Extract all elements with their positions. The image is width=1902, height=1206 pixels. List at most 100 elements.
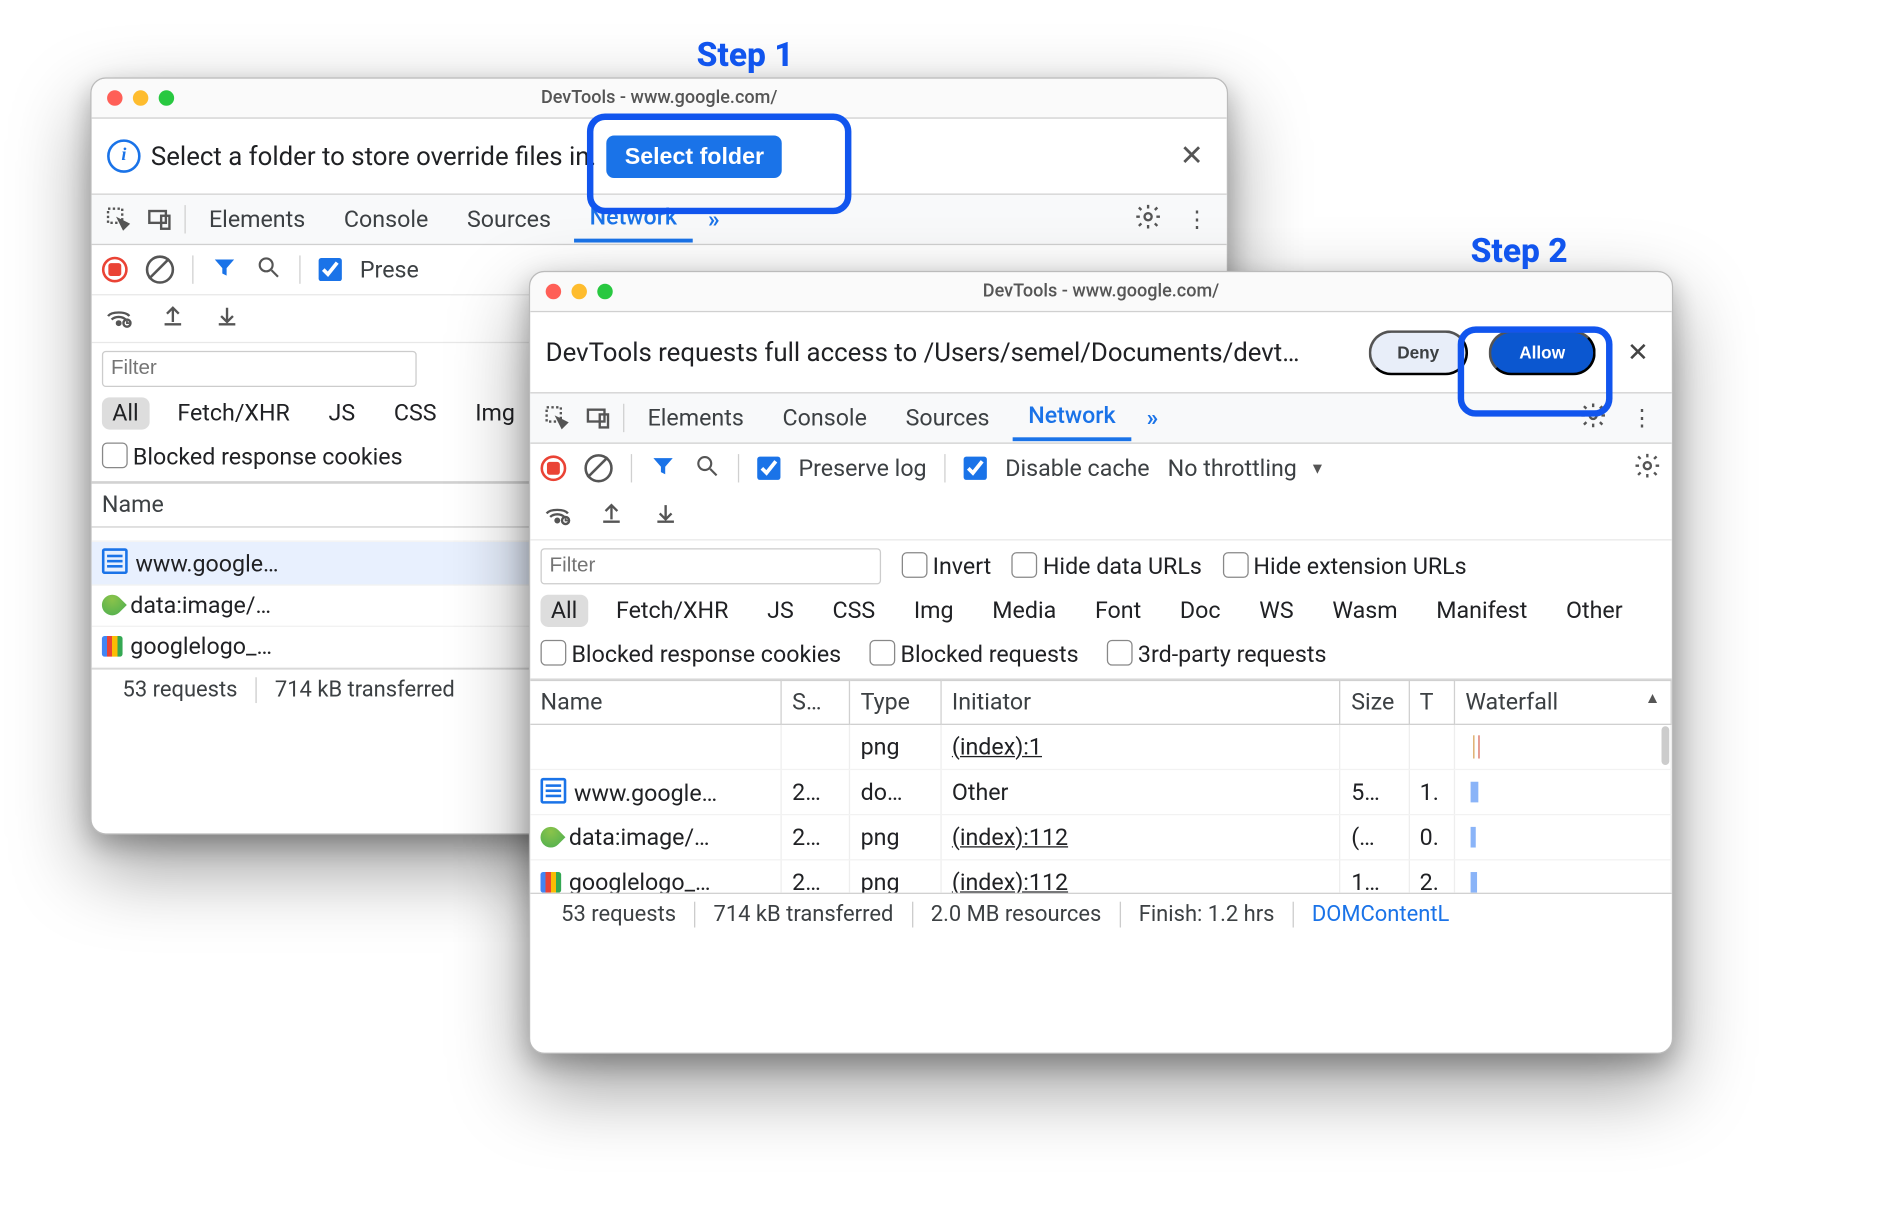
throttling-select[interactable]: No throttling▼ [1168, 455, 1325, 482]
import-har-icon[interactable] [651, 499, 679, 533]
search-icon[interactable] [255, 253, 281, 285]
blocked-requests-checkbox[interactable] [870, 640, 896, 666]
record-icon[interactable] [102, 257, 128, 283]
import-har-icon[interactable] [213, 302, 241, 336]
col-status[interactable]: S… [781, 680, 849, 724]
tab-sources[interactable]: Sources [890, 397, 1005, 440]
preserve-log-checkbox[interactable] [757, 457, 780, 480]
filter-toggle-icon[interactable] [212, 253, 238, 285]
settings-gear-icon[interactable] [1126, 197, 1170, 242]
inspect-element-icon[interactable] [541, 404, 575, 432]
hide-data-urls-checkbox[interactable] [1012, 552, 1038, 578]
col-size[interactable]: Size [1340, 680, 1408, 724]
col-name[interactable]: Name [530, 680, 781, 724]
type-fetchxhr[interactable]: Fetch/XHR [167, 397, 300, 429]
type-img[interactable]: Img [904, 595, 964, 627]
invert-checkbox[interactable] [902, 552, 928, 578]
window-controls[interactable] [546, 284, 613, 299]
kebab-menu-icon[interactable]: ⋮ [1623, 399, 1662, 436]
minimize-window-icon[interactable] [133, 90, 148, 105]
type-img[interactable]: Img [465, 397, 525, 429]
col-initiator[interactable]: Initiator [941, 680, 1340, 724]
filter-input[interactable] [102, 351, 417, 387]
hide-data-urls-label: Hide data URLs [1043, 553, 1202, 580]
type-wasm[interactable]: Wasm [1322, 595, 1408, 627]
network-conditions-icon[interactable] [104, 302, 132, 336]
step1-label: Step 1 [697, 36, 794, 75]
infobar-text: Select a folder to store override files … [151, 141, 596, 172]
type-css[interactable]: CSS [822, 595, 885, 627]
thirdparty-checkbox[interactable] [1107, 640, 1133, 666]
type-font[interactable]: Font [1085, 595, 1152, 627]
filter-row: Invert Hide data URLs Hide extension URL… [530, 541, 1672, 593]
window-controls[interactable] [107, 90, 174, 105]
document-file-icon [541, 777, 567, 803]
export-har-icon[interactable] [597, 499, 625, 533]
table-row[interactable]: www.google… 2… do… Other 5… 1. [530, 769, 1671, 814]
status-domcontentloaded[interactable]: DOMContentL [1294, 902, 1468, 928]
record-icon[interactable] [541, 455, 567, 481]
more-tabs-icon[interactable]: » [700, 201, 727, 238]
type-ws[interactable]: WS [1249, 595, 1304, 627]
zoom-window-icon[interactable] [597, 284, 612, 299]
type-js[interactable]: JS [757, 595, 804, 627]
settings-gear-icon[interactable] [1571, 395, 1615, 440]
table-row[interactable]: googlelogo_… 2… png (index):112 1… 2. [530, 860, 1671, 893]
close-window-icon[interactable] [107, 90, 122, 105]
table-row[interactable]: data:image/… 2… png (index):112 (… 0. [530, 815, 1671, 860]
col-time[interactable]: T [1409, 680, 1455, 724]
tab-network[interactable]: Network [1013, 395, 1131, 441]
clear-icon[interactable] [578, 448, 618, 488]
deny-button[interactable]: Deny [1369, 330, 1468, 375]
zoom-window-icon[interactable] [159, 90, 174, 105]
kebab-menu-icon[interactable]: ⋮ [1178, 201, 1217, 238]
filter-toggle-icon[interactable] [650, 452, 676, 484]
tab-elements[interactable]: Elements [194, 198, 321, 241]
preserve-log-checkbox[interactable] [319, 258, 342, 281]
filter-input[interactable] [541, 548, 882, 584]
type-other[interactable]: Other [1556, 595, 1633, 627]
tab-elements[interactable]: Elements [632, 397, 759, 440]
tab-console[interactable]: Console [767, 397, 882, 440]
more-tabs-icon[interactable]: » [1139, 399, 1166, 436]
info-icon: i [107, 139, 141, 173]
type-all[interactable]: All [102, 397, 149, 429]
minimize-window-icon[interactable] [571, 284, 586, 299]
network-conditions-icon[interactable] [543, 499, 571, 533]
chevron-down-icon: ▼ [1310, 459, 1325, 477]
select-folder-button[interactable]: Select folder [607, 135, 783, 178]
type-doc[interactable]: Doc [1170, 595, 1231, 627]
clear-icon[interactable] [140, 250, 180, 290]
close-icon[interactable]: ✕ [1619, 332, 1656, 373]
columns-header[interactable]: Name S… Type Initiator Size T Waterfall▲ [530, 680, 1671, 724]
close-window-icon[interactable] [546, 284, 561, 299]
disable-cache-checkbox[interactable] [964, 457, 987, 480]
tab-network[interactable]: Network [574, 196, 692, 242]
image-file-icon [98, 590, 127, 619]
allow-button[interactable]: Allow [1488, 330, 1596, 375]
tab-console[interactable]: Console [328, 198, 443, 241]
network-settings-gear-icon[interactable] [1633, 451, 1661, 486]
tab-sources[interactable]: Sources [452, 198, 567, 241]
hide-ext-urls-checkbox[interactable] [1222, 552, 1248, 578]
device-toolbar-icon[interactable] [143, 205, 177, 233]
inspect-element-icon[interactable] [102, 205, 136, 233]
export-har-icon[interactable] [159, 302, 187, 336]
blocked-cookies-checkbox[interactable] [102, 442, 128, 468]
close-icon[interactable]: ✕ [1169, 135, 1213, 178]
type-css[interactable]: CSS [384, 397, 447, 429]
type-js[interactable]: JS [318, 397, 365, 429]
device-toolbar-icon[interactable] [582, 404, 616, 432]
scrollbar-thumb[interactable] [1662, 726, 1670, 765]
search-icon[interactable] [694, 452, 720, 484]
type-manifest[interactable]: Manifest [1426, 595, 1538, 627]
blocked-cookies-label: Blocked response cookies [571, 641, 841, 668]
type-media[interactable]: Media [982, 595, 1067, 627]
type-all[interactable]: All [541, 595, 588, 627]
invert-label: Invert [933, 553, 992, 580]
type-fetchxhr[interactable]: Fetch/XHR [606, 595, 739, 627]
col-type[interactable]: Type [850, 680, 941, 724]
table-row-partial[interactable]: png (index):1 [530, 724, 1671, 769]
blocked-cookies-checkbox[interactable] [541, 640, 567, 666]
col-waterfall[interactable]: Waterfall▲ [1454, 680, 1671, 724]
